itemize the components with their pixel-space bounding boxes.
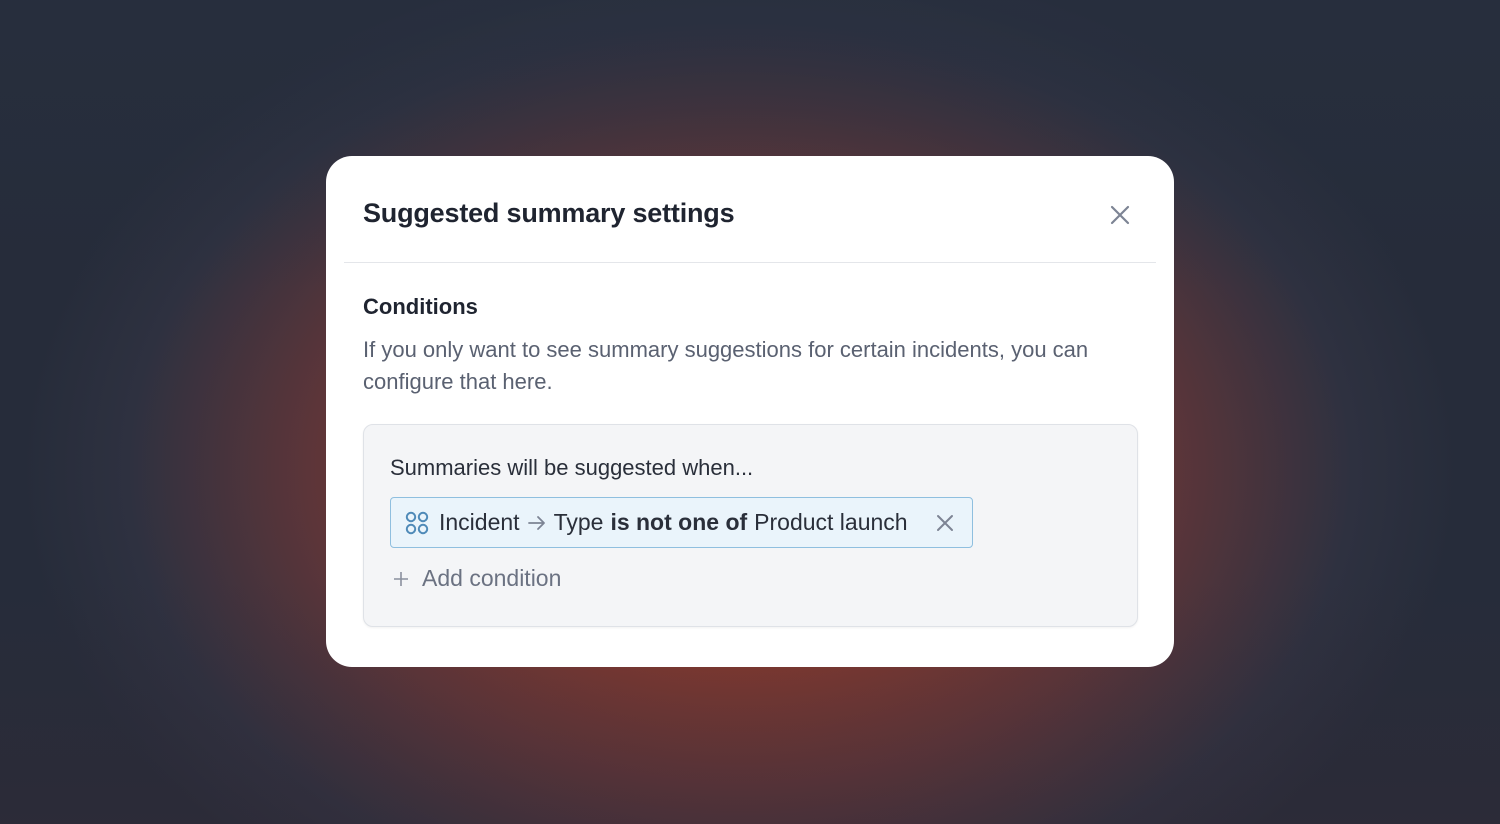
grid-icon: [405, 511, 429, 535]
close-button[interactable]: [1106, 201, 1134, 229]
conditions-title: Conditions: [363, 294, 478, 319]
conditions-description: If you only want to see summary suggesti…: [363, 337, 1089, 394]
close-icon: [937, 515, 953, 531]
settings-modal: Suggested summary settings Conditions If…: [326, 156, 1174, 667]
plus-icon: [394, 571, 408, 586]
modal-title: Suggested summary settings: [363, 198, 735, 228]
conditions-box: Summaries will be suggested when... Inci…: [363, 424, 1138, 627]
condition-value: Product launch: [754, 509, 908, 535]
condition-subject: Incident: [439, 509, 520, 535]
modal-header: Suggested summary settings: [344, 156, 1156, 263]
add-condition-button[interactable]: Add condition: [394, 565, 561, 592]
condition-field: Type: [553, 509, 604, 535]
arrow-right-icon: [527, 515, 546, 531]
add-condition-label: Add condition: [422, 565, 562, 591]
condition-operator: is not one of: [610, 509, 748, 535]
close-icon: [1110, 205, 1130, 225]
conditions-box-heading: Summaries will be suggested when...: [390, 455, 754, 480]
remove-condition-button[interactable]: [934, 512, 956, 534]
condition-pill[interactable]: Incident Type is not one of Product laun…: [390, 497, 973, 548]
